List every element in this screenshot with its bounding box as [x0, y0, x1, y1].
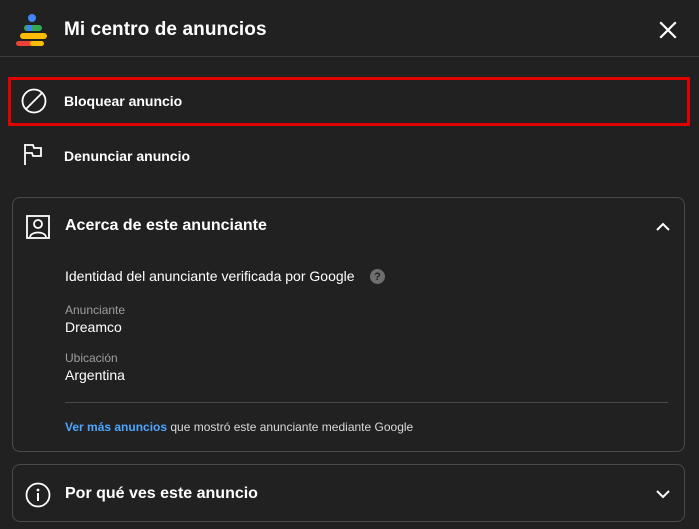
person-icon: [26, 215, 50, 239]
advertiser-value: Dreamco: [65, 319, 122, 335]
report-ad-button[interactable]: Denunciar anuncio: [8, 131, 690, 180]
advertiser-card-header[interactable]: Acerca de este anunciante: [13, 198, 684, 254]
chevron-down-icon[interactable]: [654, 485, 672, 503]
help-icon[interactable]: ?: [370, 269, 385, 284]
block-ad-label: Bloquear anuncio: [64, 93, 183, 109]
info-icon: [25, 482, 51, 508]
advertiser-card-title: Acerca de este anunciante: [65, 217, 267, 234]
divider: [65, 402, 668, 403]
block-icon: [21, 88, 47, 114]
flag-icon: [24, 144, 42, 165]
close-button[interactable]: [654, 16, 682, 44]
why-ad-card-title: Por qué ves este anuncio: [65, 485, 258, 502]
more-ads-text: que mostró este anunciante mediante Goog…: [167, 420, 414, 434]
why-ad-card-header[interactable]: Por qué ves este anuncio: [13, 465, 684, 521]
block-ad-button[interactable]: Bloquear anuncio: [8, 77, 690, 126]
verified-identity-text: Identidad del anunciante verificada por …: [65, 268, 355, 284]
why-ad-card[interactable]: Por qué ves este anuncio: [12, 464, 685, 522]
location-value: Argentina: [65, 367, 125, 383]
report-ad-label: Denunciar anuncio: [64, 148, 191, 164]
header: Mi centro de anuncios: [0, 0, 699, 57]
advertiser-label: Anunciante: [65, 303, 126, 317]
more-ads-link[interactable]: Ver más anuncios: [65, 420, 167, 434]
location-label: Ubicación: [65, 351, 118, 365]
my-ad-center-logo: [16, 14, 47, 46]
advertiser-card: Acerca de este anunciante Identidad del …: [12, 197, 685, 452]
more-ads-line: Ver más anuncios que mostró este anuncia…: [65, 420, 413, 434]
page-title: Mi centro de anuncios: [64, 19, 267, 40]
close-icon: [659, 21, 677, 39]
chevron-up-icon[interactable]: [654, 218, 672, 236]
